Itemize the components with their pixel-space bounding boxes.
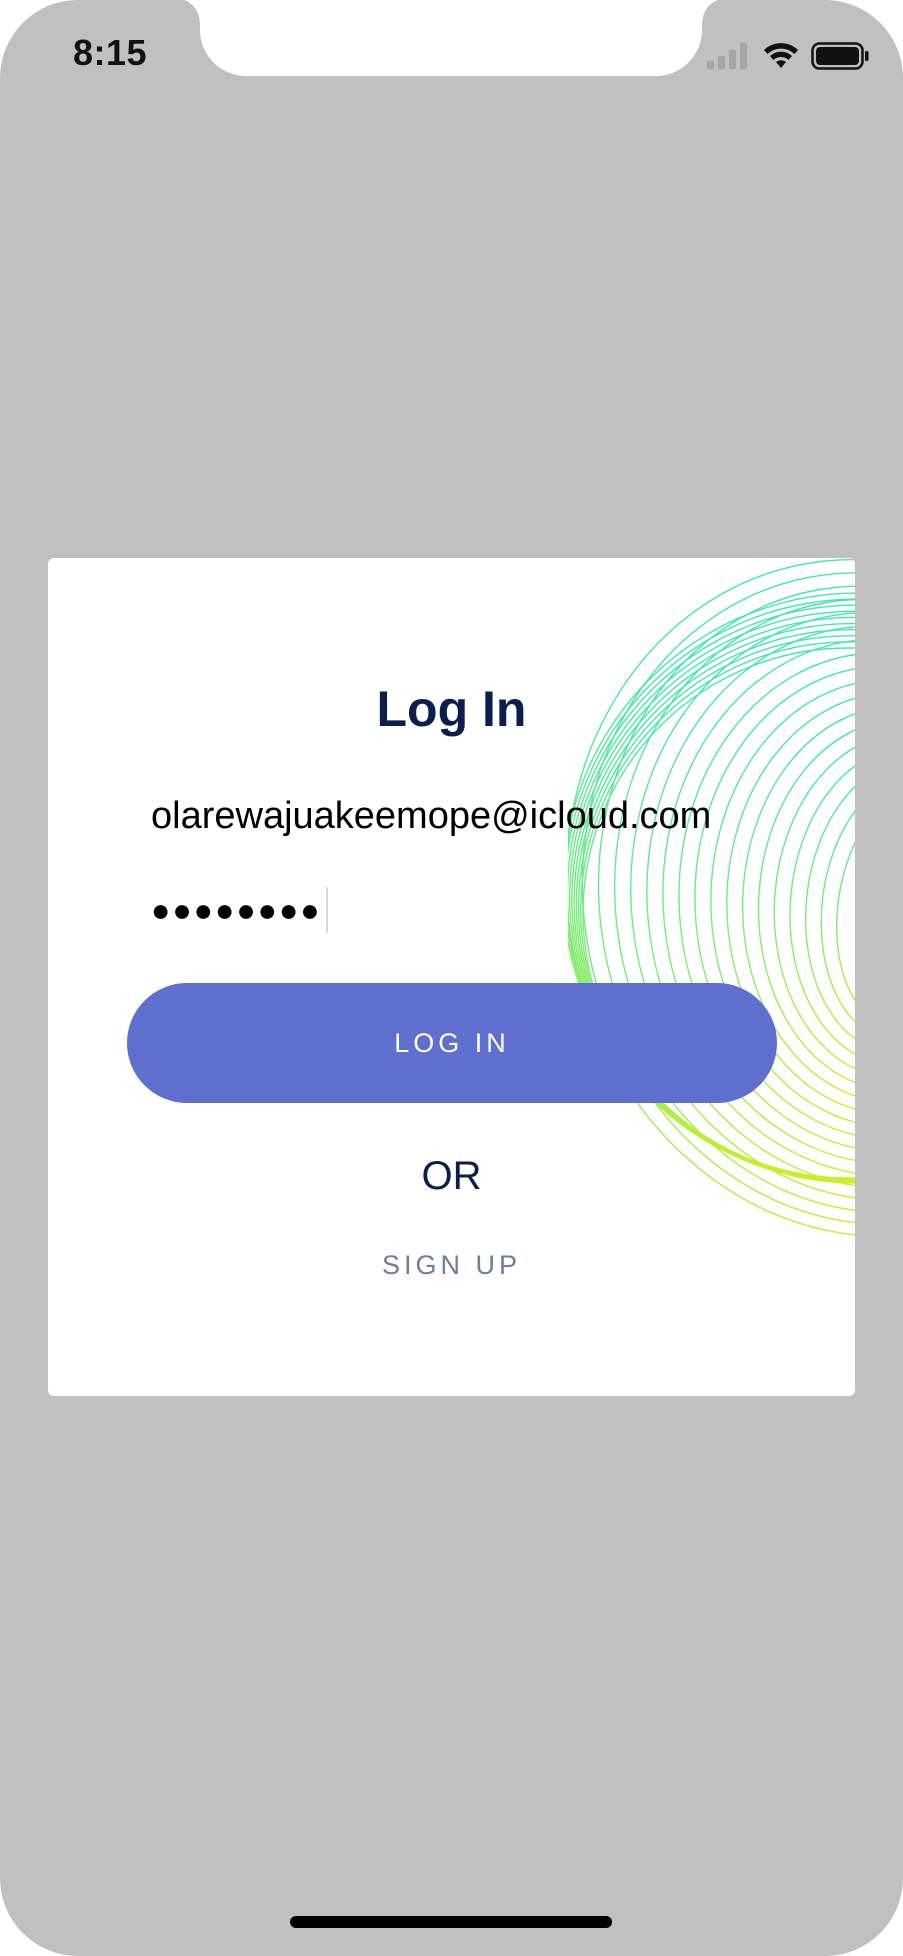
password-field[interactable]: ●●●●●●●●: [151, 880, 551, 940]
login-button[interactable]: LOG IN: [127, 983, 777, 1103]
page-title: Log In: [376, 681, 527, 737]
text-cursor: [325, 887, 328, 933]
password-dots: ●●●●●●●●: [151, 891, 322, 928]
login-card: Log In olarewajuakeemope@icloud.com ●●●●…: [48, 558, 855, 1396]
notch: [176, 0, 726, 76]
signup-link[interactable]: SIGN UP: [48, 1250, 855, 1281]
decorative-ellipse: [773, 733, 855, 1078]
email-field[interactable]: olarewajuakeemope@icloud.com: [151, 786, 811, 846]
decorative-ellipse: [820, 774, 855, 1041]
status-time: 8:15: [73, 32, 148, 73]
decorative-circles: [568, 558, 855, 1238]
signal-icon: [707, 43, 747, 69]
decorative-ellipse: [613, 598, 855, 1201]
battery-icon: [811, 42, 869, 70]
home-indicator: [290, 1916, 612, 1928]
wifi-icon: [764, 43, 798, 68]
or-divider-label: OR: [421, 1154, 482, 1198]
status-icons: [707, 40, 869, 72]
device-screen: 8:15 Log In olarewajuakeemope@icloud.com…: [0, 0, 903, 1956]
